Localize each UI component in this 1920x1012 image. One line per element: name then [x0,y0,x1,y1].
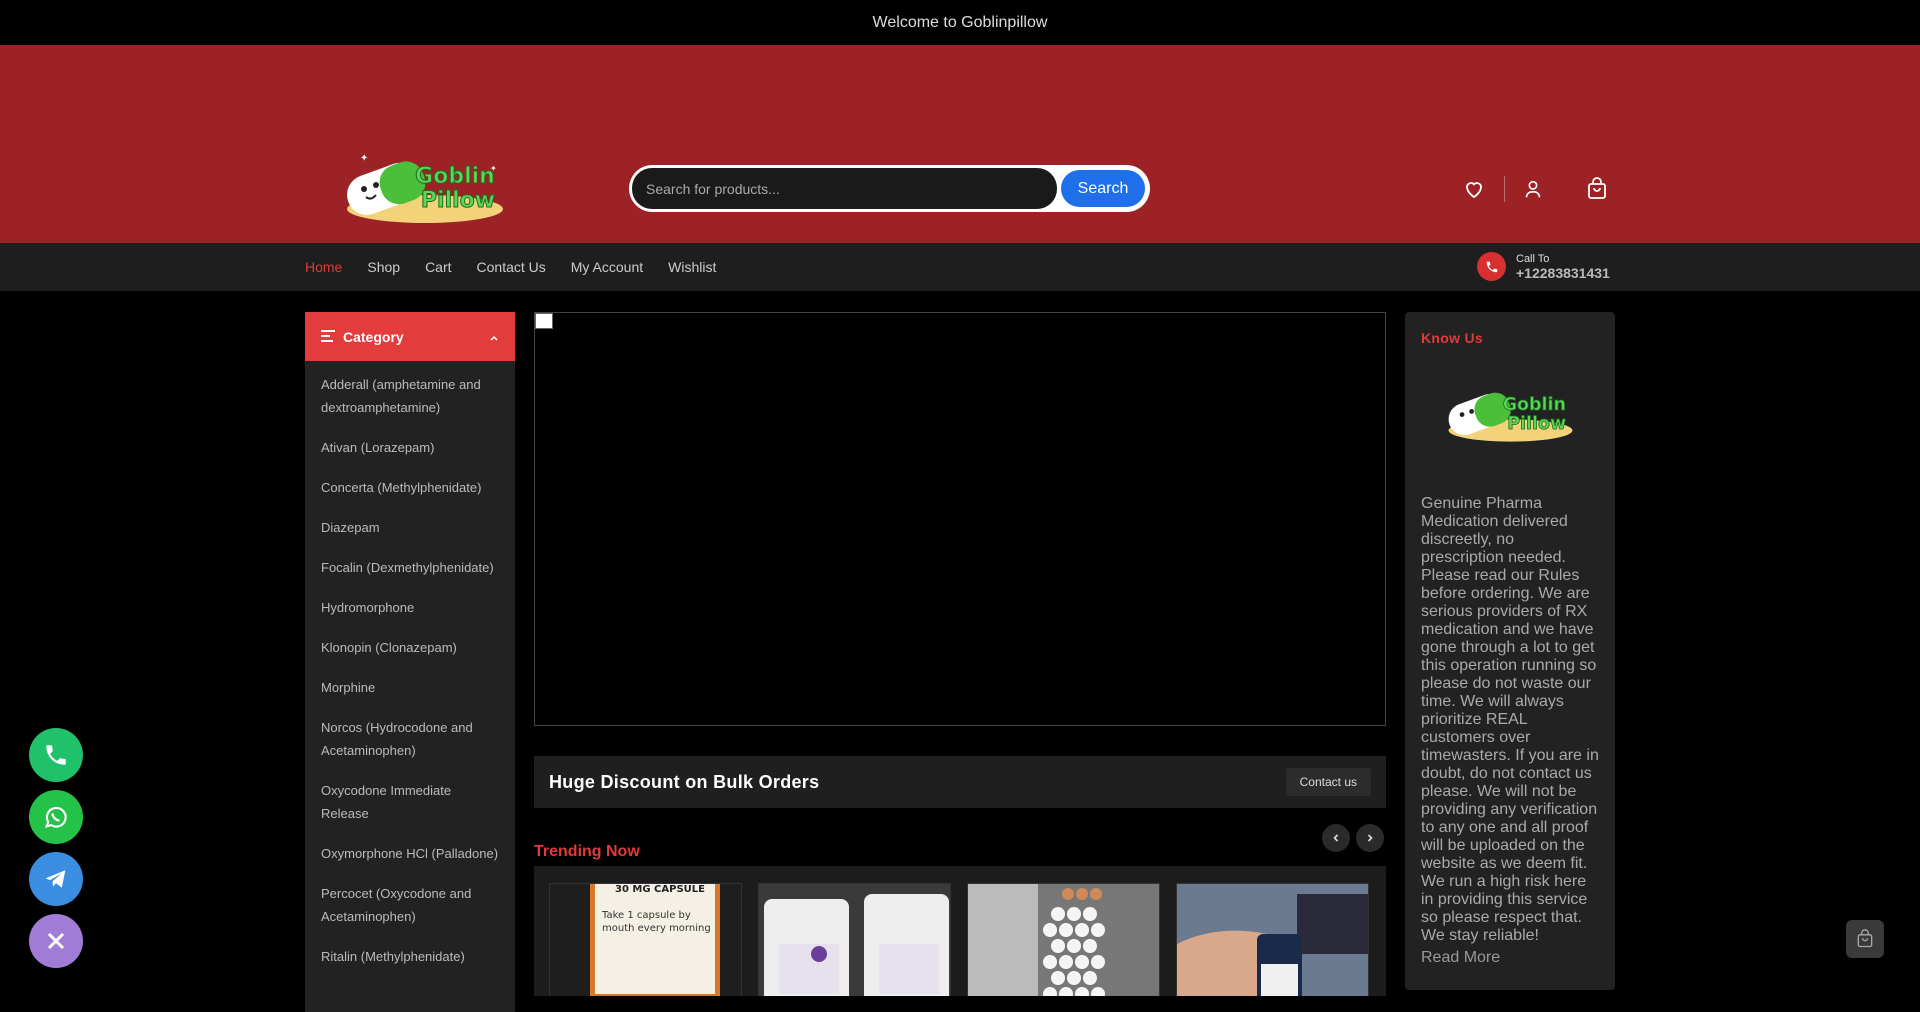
category-item[interactable]: Concerta (Methylphenidate) [305,468,515,508]
contact-us-button[interactable]: Contact us [1285,768,1371,796]
category-sidebar: Category Adderall (amphetamine and dextr… [305,312,515,1012]
nav-my-account[interactable]: My Account [571,259,643,275]
category-item[interactable]: Oxycodone Immediate Release [305,771,515,834]
product-label-text: 30 MG CAPSULE [615,884,705,895]
category-item[interactable]: Diazepam [305,508,515,548]
welcome-text: Welcome to Goblinpillow [872,13,1048,31]
nav-contact-us[interactable]: Contact Us [477,259,546,275]
category-item[interactable]: Percocet (Oxycodone and Acetaminophen) [305,874,515,937]
telegram-icon[interactable] [29,852,83,906]
main-nav: Home Shop Cart Contact Us My Account Wis… [0,243,1920,291]
menu-lines-icon [321,329,335,345]
category-item[interactable]: Ativan (Lorazepam) [305,428,515,468]
product-card[interactable] [758,883,951,996]
phone-icon [1477,252,1506,281]
whatsapp-icon[interactable] [29,790,83,844]
close-x-icon[interactable] [29,914,83,968]
svg-text:Goblin: Goblin [1502,395,1565,415]
nav-home[interactable]: Home [305,259,342,275]
product-image [759,884,950,996]
discount-title: Huge Discount on Bulk Orders [549,771,820,792]
category-item[interactable]: Hydromorphone [305,588,515,628]
phone-call-float-icon[interactable] [29,728,83,782]
svg-text:Pillow: Pillow [1507,414,1566,434]
nav-shop[interactable]: Shop [367,259,400,275]
category-item[interactable]: Norcos (Hydrocodone and Acetaminophen) [305,708,515,771]
call-to-block[interactable]: Call To +12283831431 [1477,252,1610,281]
site-header: Goblin Pillow ✦ ✦ Search [0,45,1920,243]
nav-wishlist[interactable]: Wishlist [668,259,716,275]
category-item[interactable]: Ritalin (Methylphenidate) [305,937,515,977]
broken-image-icon [535,313,553,329]
trending-products: 30 MG CAPSULE Take 1 capsule by mouth eve… [534,866,1386,996]
category-item[interactable]: Morphine [305,668,515,708]
nav-cart[interactable]: Cart [425,259,451,275]
product-card[interactable]: 30 MG CAPSULE Take 1 capsule by mouth eve… [549,883,742,996]
know-us-title: Know Us [1421,330,1483,346]
svg-text:✦: ✦ [490,164,497,173]
carousel-prev-chevron-left-icon[interactable] [1322,824,1350,852]
product-image [968,884,1159,996]
svg-text:Goblin: Goblin [415,164,495,189]
category-item[interactable]: Focalin (Dexmethylphenidate) [305,548,515,588]
discount-banner: Huge Discount on Bulk Orders Contact us [534,756,1386,808]
call-number: +12283831431 [1516,264,1610,281]
search-bar: Search [629,165,1150,212]
category-item[interactable]: Oxymorphone HCl (Palladone) [305,834,515,874]
category-list: Adderall (amphetamine and dextroamphetam… [305,361,515,981]
cart-bag-icon[interactable] [1583,175,1611,203]
hero-banner[interactable] [534,312,1386,726]
header-actions [1460,175,1611,203]
read-more-link[interactable]: Read More [1421,949,1599,967]
search-button[interactable]: Search [1061,170,1145,207]
category-item[interactable]: Adderall (amphetamine and dextroamphetam… [305,365,515,428]
carousel-next-chevron-right-icon[interactable] [1356,824,1384,852]
category-item[interactable]: Klonopin (Clonazepam) [305,628,515,668]
wishlist-heart-icon[interactable] [1460,175,1488,203]
know-us-logo: Goblin Pillow [1448,392,1572,442]
svg-text:Pillow: Pillow [421,188,495,213]
search-input[interactable] [632,168,1057,209]
header-divider [1504,176,1505,202]
know-us-panel: Know Us Goblin Pillow Genuine Pharma Med… [1405,312,1615,990]
site-logo[interactable]: Goblin Pillow ✦ ✦ [340,147,510,227]
svg-text:✦: ✦ [360,153,368,164]
trending-title: Trending Now [534,843,640,860]
product-image [1177,884,1368,996]
category-title: Category [343,328,404,345]
product-card[interactable] [967,883,1160,996]
nav-links: Home Shop Cart Contact Us My Account Wis… [305,243,716,291]
call-label: Call To [1516,252,1550,265]
account-user-icon[interactable] [1519,175,1547,203]
product-card[interactable] [1176,883,1369,996]
welcome-bar: Welcome to Goblinpillow [0,0,1920,45]
chevron-up-icon[interactable] [489,329,499,345]
product-image: 30 MG CAPSULE Take 1 capsule by mouth eve… [550,884,741,996]
floating-cart-icon[interactable] [1846,920,1884,958]
know-us-description: Genuine Pharma Medication delivered disc… [1421,495,1599,944]
category-header[interactable]: Category [305,312,515,361]
